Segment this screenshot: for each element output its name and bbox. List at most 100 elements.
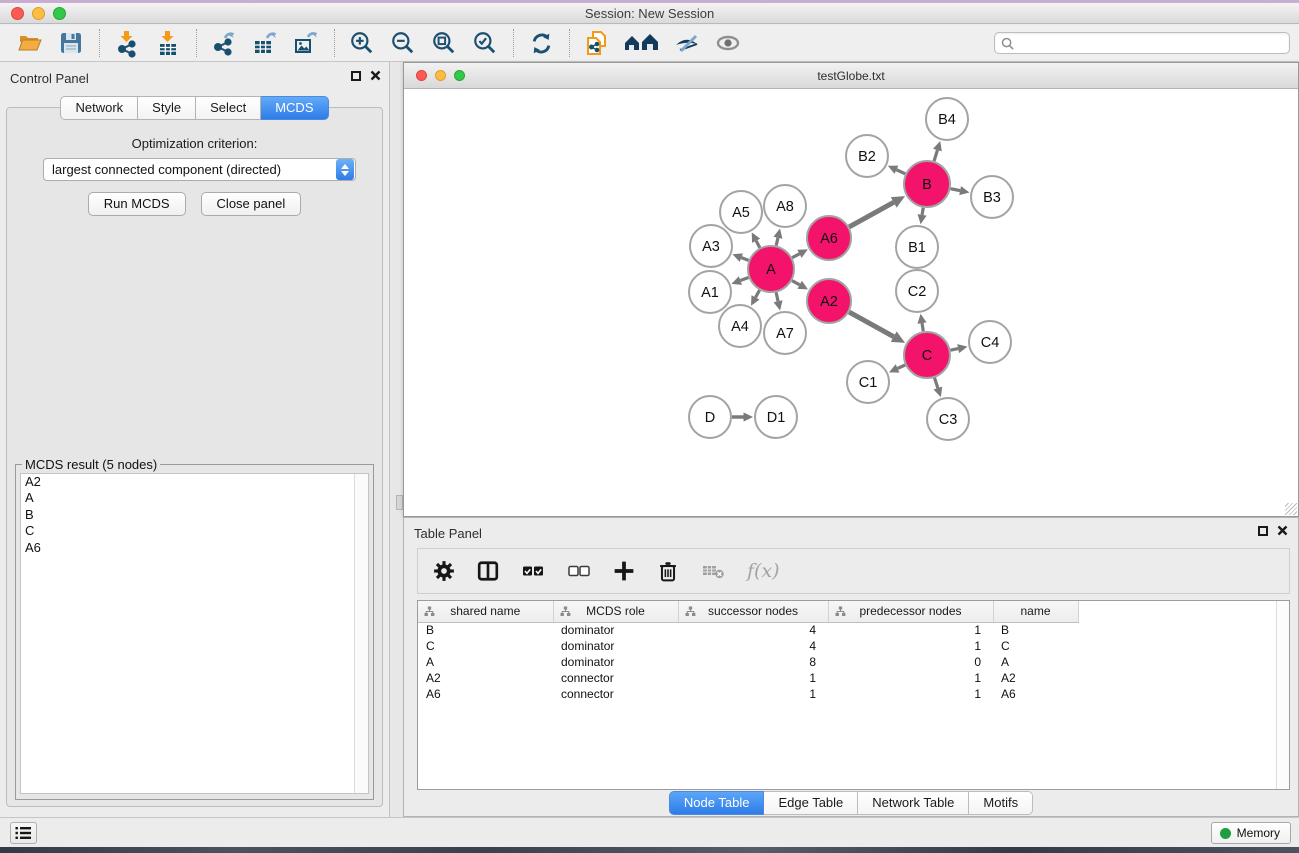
- graph-node-C3[interactable]: C3: [927, 398, 969, 440]
- graph-node-D[interactable]: D: [689, 396, 731, 438]
- show-eye-button[interactable]: [712, 28, 744, 58]
- graph-edge-B-B3[interactable]: [951, 189, 961, 191]
- refresh-button[interactable]: [525, 28, 557, 58]
- mcds-result-item[interactable]: B: [21, 507, 368, 523]
- cell-successor-nodes[interactable]: 4: [678, 622, 828, 638]
- create-column-button[interactable]: [613, 560, 635, 582]
- export-image-button[interactable]: [290, 28, 322, 58]
- tab-style[interactable]: Style: [138, 96, 196, 120]
- table-row[interactable]: A2connector11A2: [418, 670, 1078, 686]
- column-header-shared-name[interactable]: shared name: [418, 601, 553, 622]
- cell-mcds-role[interactable]: connector: [553, 670, 678, 686]
- graph-edge-C-C3[interactable]: [934, 378, 937, 388]
- import-table-button[interactable]: [152, 28, 184, 58]
- export-network-button[interactable]: [208, 28, 240, 58]
- graph-node-D1[interactable]: D1: [755, 396, 797, 438]
- graph-edge-A-A5[interactable]: [756, 241, 760, 248]
- column-header-predecessor-nodes[interactable]: predecessor nodes: [828, 601, 993, 622]
- table-row[interactable]: Bdominator41B: [418, 622, 1078, 638]
- cell-shared-name[interactable]: A2: [418, 670, 553, 686]
- graph-edge-C-C4[interactable]: [951, 349, 959, 351]
- cell-shared-name[interactable]: C: [418, 638, 553, 654]
- float-panel-icon[interactable]: [1258, 526, 1268, 536]
- tab-select[interactable]: Select: [196, 96, 261, 120]
- tab-network-table[interactable]: Network Table: [858, 791, 969, 815]
- graph-node-B4[interactable]: B4: [926, 98, 968, 140]
- cell-shared-name[interactable]: A6: [418, 686, 553, 702]
- import-network-button[interactable]: [111, 28, 143, 58]
- cell-name[interactable]: A: [993, 654, 1078, 670]
- tab-edge-table[interactable]: Edge Table: [764, 791, 858, 815]
- zoom-selected-button[interactable]: [469, 28, 501, 58]
- memory-button[interactable]: Memory: [1211, 822, 1291, 844]
- graph-node-C1[interactable]: C1: [847, 361, 889, 403]
- graph-edge-A6-B[interactable]: [849, 202, 894, 227]
- cell-predecessor-nodes[interactable]: 1: [828, 638, 993, 654]
- delete-table-button[interactable]: [701, 561, 725, 581]
- function-builder-button[interactable]: f(x): [747, 560, 780, 582]
- graph-node-B[interactable]: B: [904, 161, 950, 207]
- graph-edge-B-B4[interactable]: [934, 150, 937, 161]
- tab-mcds[interactable]: MCDS: [261, 96, 328, 120]
- cell-name[interactable]: B: [993, 622, 1078, 638]
- table-row[interactable]: A6connector11A6: [418, 686, 1078, 702]
- float-panel-icon[interactable]: [351, 71, 361, 81]
- delete-columns-button[interactable]: [657, 560, 679, 582]
- mcds-result-item[interactable]: A: [21, 490, 368, 506]
- graph-node-A[interactable]: A: [748, 246, 794, 292]
- cell-shared-name[interactable]: B: [418, 622, 553, 638]
- column-header-mcds-role[interactable]: MCDS role: [553, 601, 678, 622]
- save-session-button[interactable]: [55, 28, 87, 58]
- zoom-fit-button[interactable]: [428, 28, 460, 58]
- search-box[interactable]: [994, 32, 1290, 54]
- graph-edge-C-C1[interactable]: [898, 365, 906, 368]
- search-input[interactable]: [1018, 36, 1289, 50]
- cell-mcds-role[interactable]: connector: [553, 686, 678, 702]
- close-panel-icon[interactable]: [1277, 525, 1288, 536]
- graph-edge-A-A2[interactable]: [792, 281, 800, 285]
- run-mcds-button[interactable]: Run MCDS: [88, 192, 186, 216]
- show-columns-button[interactable]: [477, 560, 499, 582]
- graph-edge-C-C2[interactable]: [922, 323, 923, 331]
- home-navigation-button[interactable]: [622, 28, 662, 58]
- network-canvas[interactable]: AA1A2A3A4A5A6A7A8BB1B2B3B4CC1C2C3C4DD1: [404, 89, 1298, 516]
- cell-predecessor-nodes[interactable]: 1: [828, 622, 993, 638]
- graph-edge-A-A4[interactable]: [756, 290, 760, 297]
- scrollbar-track[interactable]: [354, 474, 368, 793]
- graph-node-A7[interactable]: A7: [764, 312, 806, 354]
- graph-node-A3[interactable]: A3: [690, 225, 732, 267]
- cell-predecessor-nodes[interactable]: 1: [828, 670, 993, 686]
- criterion-select[interactable]: largest connected component (directed): [43, 158, 356, 181]
- graph-node-A2[interactable]: A2: [807, 279, 851, 323]
- deselect-all-columns-button[interactable]: [567, 561, 591, 581]
- graph-node-A6[interactable]: A6: [807, 216, 851, 260]
- scrollbar-track[interactable]: [1276, 601, 1289, 789]
- graph-node-C2[interactable]: C2: [896, 270, 938, 312]
- graph-node-A1[interactable]: A1: [689, 271, 731, 313]
- mcds-result-item[interactable]: A6: [21, 540, 368, 556]
- select-all-columns-button[interactable]: [521, 561, 545, 581]
- tab-node-table[interactable]: Node Table: [669, 791, 765, 815]
- zoom-in-button[interactable]: [346, 28, 378, 58]
- graph-edge-A-A8[interactable]: [776, 238, 778, 246]
- graph-node-B1[interactable]: B1: [896, 226, 938, 268]
- network-window-titlebar[interactable]: testGlobe.txt: [404, 63, 1298, 89]
- cell-successor-nodes[interactable]: 1: [678, 686, 828, 702]
- cell-name[interactable]: A6: [993, 686, 1078, 702]
- graph-edge-B-B1[interactable]: [922, 208, 923, 215]
- split-divider-handle[interactable]: [396, 495, 403, 510]
- cell-predecessor-nodes[interactable]: 1: [828, 686, 993, 702]
- cell-mcds-role[interactable]: dominator: [553, 638, 678, 654]
- column-header-successor-nodes[interactable]: successor nodes: [678, 601, 828, 622]
- graph-node-C4[interactable]: C4: [969, 321, 1011, 363]
- graph-node-C[interactable]: C: [904, 332, 950, 378]
- show-panels-list-button[interactable]: [10, 822, 37, 844]
- cell-successor-nodes[interactable]: 8: [678, 654, 828, 670]
- column-header-name[interactable]: name: [993, 601, 1078, 622]
- graph-node-B3[interactable]: B3: [971, 176, 1013, 218]
- cell-mcds-role[interactable]: dominator: [553, 654, 678, 670]
- graph-node-A5[interactable]: A5: [720, 191, 762, 233]
- hide-panel-eye-button[interactable]: [671, 28, 703, 58]
- graph-node-A4[interactable]: A4: [719, 305, 761, 347]
- open-file-button[interactable]: [14, 28, 46, 58]
